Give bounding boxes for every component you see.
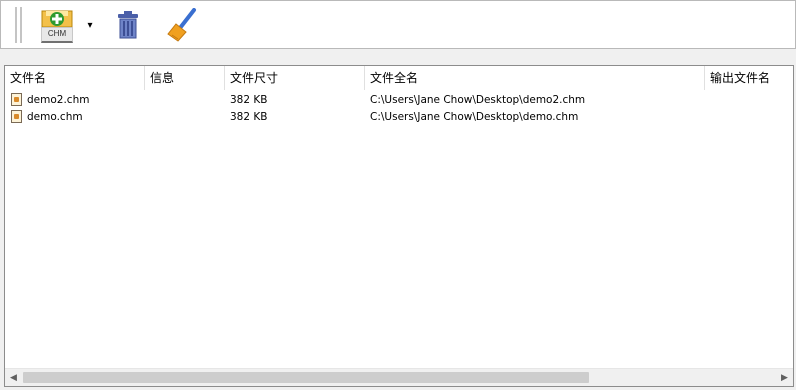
- column-header-filename[interactable]: 文件名: [5, 66, 145, 90]
- row-size: 382 KB: [230, 111, 268, 123]
- row-fullname: C:\Users\Jane Chow\Desktop\demo2.chm: [370, 94, 586, 106]
- table-row[interactable]: demo.chm 382 KB C:\Users\Jane Chow\Deskt…: [5, 109, 793, 126]
- toolbar-grip-1[interactable]: [15, 7, 18, 43]
- column-header-fullname[interactable]: 文件全名: [365, 66, 705, 90]
- trash-icon: [118, 11, 138, 39]
- chm-badge: CHM: [41, 27, 73, 43]
- scroll-left-button[interactable]: ◀: [5, 369, 22, 386]
- scrollbar-thumb[interactable]: [23, 372, 589, 383]
- table-row[interactable]: demo2.chm 382 KB C:\Users\Jane Chow\Desk…: [5, 92, 793, 109]
- arrow-right-icon: ▶: [781, 372, 788, 383]
- column-header-info[interactable]: 信息: [145, 66, 225, 90]
- row-size: 382 KB: [230, 94, 268, 106]
- scroll-right-button[interactable]: ▶: [776, 369, 793, 386]
- toolbar-grip-2[interactable]: [20, 7, 23, 43]
- add-chm-icon: [41, 10, 73, 28]
- file-list[interactable]: 文件名 信息 文件尺寸 文件全名 输出文件名 demo2.chm 382 KB …: [4, 65, 794, 387]
- chm-file-icon: [11, 110, 22, 123]
- clear-button[interactable]: [165, 5, 199, 45]
- toolbar: CHM ▾: [0, 0, 796, 49]
- delete-button[interactable]: [114, 5, 142, 45]
- list-header: 文件名 信息 文件尺寸 文件全名 输出文件名: [5, 66, 793, 90]
- chm-file-icon: [11, 93, 22, 106]
- row-fullname: C:\Users\Jane Chow\Desktop\demo.chm: [370, 111, 579, 123]
- column-header-size[interactable]: 文件尺寸: [225, 66, 365, 90]
- column-header-output[interactable]: 输出文件名: [705, 66, 793, 90]
- row-filename: demo2.chm: [27, 94, 90, 106]
- row-filename: demo.chm: [27, 111, 83, 123]
- broom-icon: [167, 8, 196, 42]
- arrow-left-icon: ◀: [10, 372, 17, 383]
- add-chm-button[interactable]: CHM: [39, 5, 75, 45]
- chevron-down-icon: ▾: [87, 19, 93, 31]
- add-dropdown-button[interactable]: ▾: [84, 5, 96, 45]
- horizontal-scrollbar[interactable]: ◀ ▶: [5, 368, 793, 386]
